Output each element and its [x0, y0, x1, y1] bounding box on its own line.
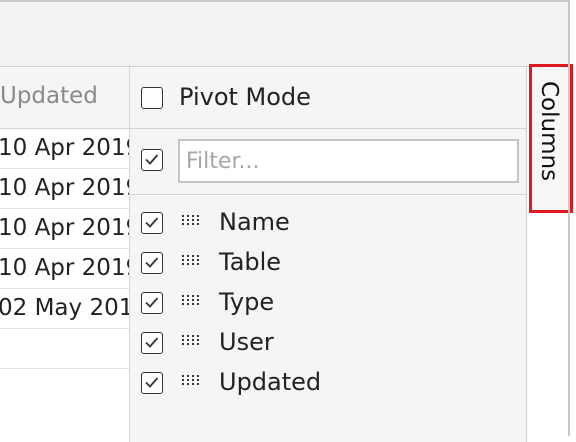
column-item-label: Type	[219, 288, 275, 316]
column-item-label: User	[219, 328, 274, 356]
table-cell: 10 Apr 2019	[0, 175, 130, 201]
table-row[interactable]: 10 Apr 2019	[0, 129, 129, 169]
checkbox-checked-icon	[145, 154, 159, 165]
column-item-updated[interactable]: Updated	[130, 365, 526, 405]
drag-handle-icon[interactable]	[182, 295, 200, 309]
checkbox-checked-icon	[145, 217, 159, 228]
table-cell: 02 May 2019	[0, 295, 129, 321]
select-all-checkbox[interactable]	[141, 149, 163, 171]
table-row[interactable]	[0, 329, 129, 369]
column-user-checkbox[interactable]	[141, 332, 163, 354]
column-item-label: Updated	[219, 368, 322, 396]
checkbox-checked-icon	[145, 377, 159, 388]
table-cell: 10 Apr 2019	[0, 215, 130, 241]
pivot-mode-checkbox[interactable]	[141, 87, 163, 109]
column-item-name[interactable]: Name	[130, 205, 526, 245]
column-item-label: Name	[219, 208, 290, 236]
columns-tab-label: Columns	[536, 81, 562, 182]
column-type-checkbox[interactable]	[141, 292, 163, 314]
table-row[interactable]: 10 Apr 2019	[0, 209, 129, 249]
checkbox-checked-icon	[145, 337, 159, 348]
table-cell: 10 Apr 2019	[0, 255, 130, 281]
column-table-checkbox[interactable]	[141, 252, 163, 274]
table-cell: 10 Apr 2019	[0, 135, 130, 161]
drag-handle-icon[interactable]	[182, 375, 200, 389]
column-updated-checkbox[interactable]	[141, 372, 163, 394]
drag-handle-icon[interactable]	[182, 215, 200, 229]
grid-updated-column: Updated 10 Apr 2019 10 Apr 2019 10 Apr 2…	[0, 67, 130, 442]
column-item-user[interactable]: User	[130, 325, 526, 365]
column-item-type[interactable]: Type	[130, 285, 526, 325]
pivot-mode-label[interactable]: Pivot Mode	[179, 83, 311, 111]
column-filter-input[interactable]	[178, 139, 519, 183]
drag-handle-icon[interactable]	[182, 255, 200, 269]
column-item-label: Table	[219, 248, 282, 276]
grid-toolbar	[0, 2, 570, 67]
table-row[interactable]: 10 Apr 2019	[0, 169, 129, 209]
column-name-checkbox[interactable]	[141, 212, 163, 234]
columns-tool-panel: Pivot Mode Name Table Type	[130, 67, 527, 442]
column-header-label: Updated	[0, 83, 98, 109]
checkbox-checked-icon	[145, 257, 159, 268]
filter-row	[130, 129, 526, 195]
pivot-mode-row: Pivot Mode	[130, 67, 526, 129]
table-row[interactable]: 02 May 2019	[0, 289, 129, 329]
columns-side-tab[interactable]: Columns	[529, 64, 573, 213]
column-header-updated[interactable]: Updated	[0, 67, 129, 129]
table-row[interactable]: 10 Apr 2019	[0, 249, 129, 289]
drag-handle-icon[interactable]	[182, 335, 200, 349]
checkbox-checked-icon	[145, 297, 159, 308]
column-item-table[interactable]: Table	[130, 245, 526, 285]
